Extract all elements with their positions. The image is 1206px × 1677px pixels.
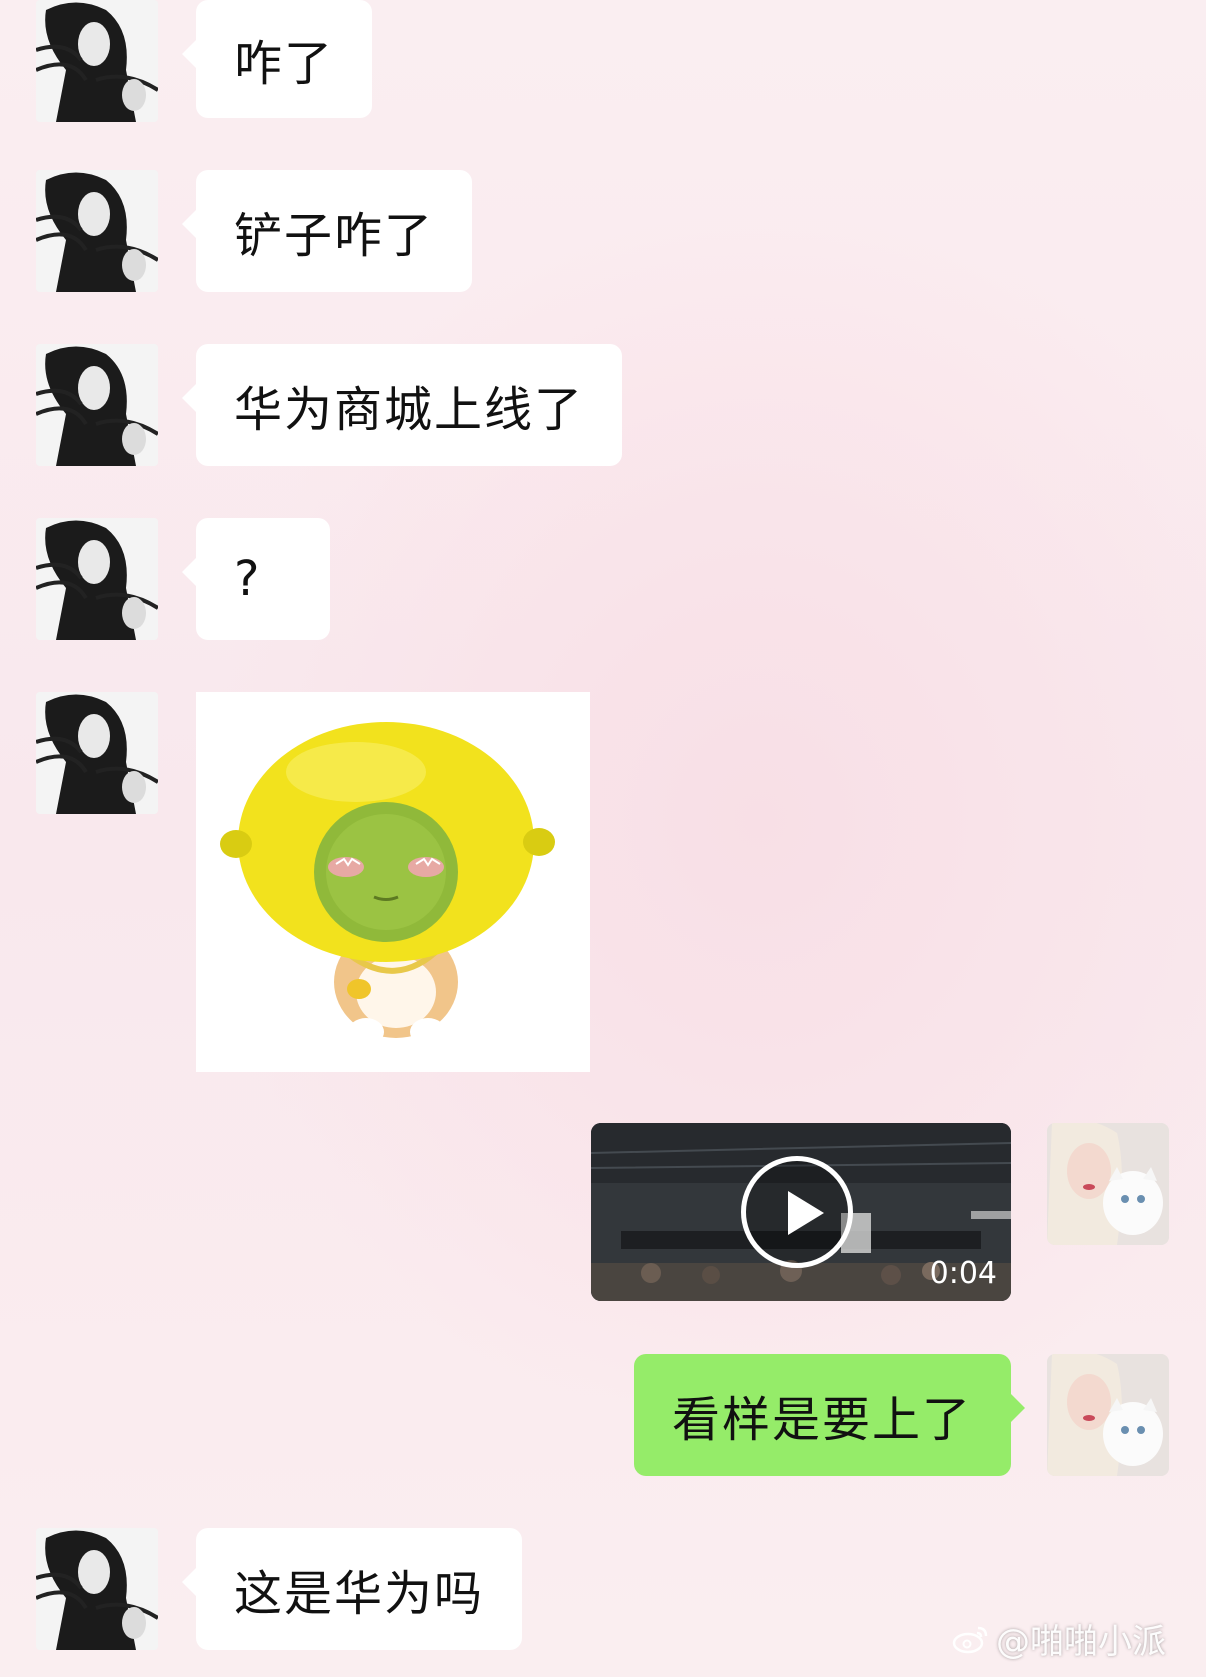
my-avatar-image [1047,1123,1169,1245]
message-text: 看样是要上了 [672,1392,973,1448]
contact-avatar-image [36,0,158,122]
contact-avatar[interactable] [36,0,158,122]
message-bubble[interactable]: ? [182,518,330,640]
video-duration: 0:04 [929,1256,997,1291]
contact-avatar[interactable] [36,170,158,292]
contact-avatar-image [36,1528,158,1650]
message-text: 这是华为吗 [234,1566,485,1622]
message-bubble[interactable]: 华为商城上线了 [181,344,623,466]
my-avatar[interactable] [1047,1123,1169,1245]
video-message[interactable]: 0:04 [591,1123,1011,1301]
watermark-text: @啪啪小派 [996,1622,1166,1662]
play-icon[interactable] [741,1156,853,1268]
message-bubble[interactable]: 咋了 [181,0,373,118]
message-text: 华为商城上线了 [234,382,585,438]
message-text: 铲子咋了 [234,208,435,264]
contact-avatar[interactable] [36,692,158,814]
contact-avatar-image [36,344,158,466]
message-text: 咋了 [234,36,335,92]
watermark: @啪啪小派 [952,1614,1166,1663]
contact-avatar-image [36,692,158,814]
contact-avatar-image [36,170,158,292]
contact-avatar-image [36,518,158,640]
contact-avatar[interactable] [36,1528,158,1650]
contact-avatar[interactable] [36,344,158,466]
weibo-icon [952,1626,988,1653]
contact-avatar[interactable] [36,518,158,640]
message-text: ? [234,551,262,607]
my-avatar-image [1047,1354,1169,1476]
lemon-cat-sticker [220,722,555,1046]
message-bubble-sent[interactable]: 看样是要上了 [634,1354,1025,1476]
message-bubble[interactable]: 这是华为吗 [181,1528,523,1650]
sticker-message[interactable] [196,692,590,1072]
my-avatar[interactable] [1047,1354,1169,1476]
message-bubble[interactable]: 铲子咋了 [181,170,473,292]
